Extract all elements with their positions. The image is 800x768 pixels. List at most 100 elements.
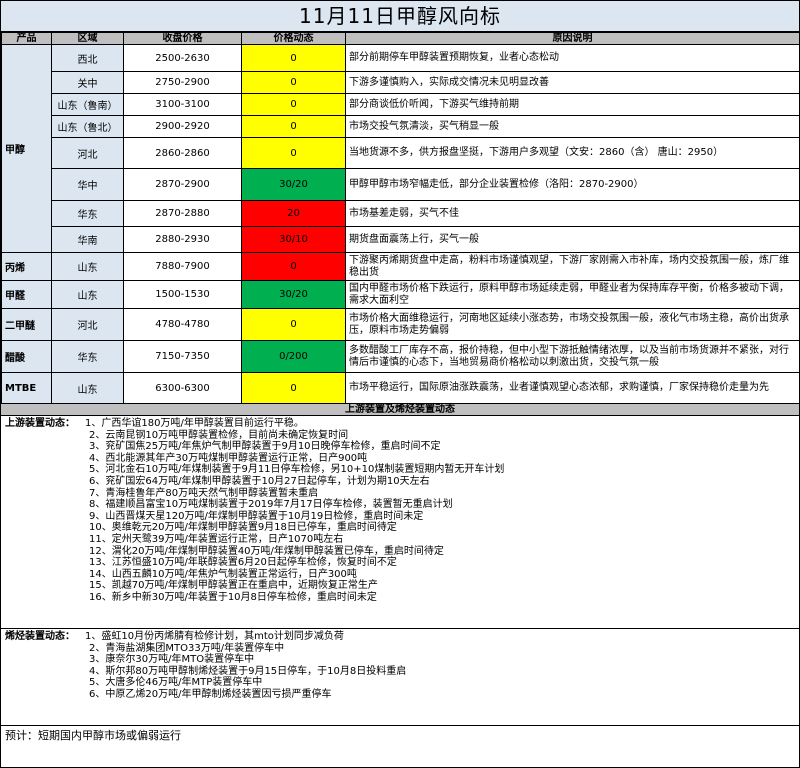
list-item: 4、西北能源其年产30万吨煤制甲醇装置运行正常，日产900吨 bbox=[5, 453, 795, 465]
list-item-text: 3、康奈尔30万吨/年MTO装置停车中 bbox=[89, 654, 255, 666]
table-row: 醋酸 华东 7150-7350 0/200 多数醋酸工厂库存不高，报价持稳，但中小型下游… bbox=[1, 340, 800, 373]
list-item-text: 4、斯尔邦80万吨甲醇制烯烃装置于9月15日停车，于10月8日投料重启 bbox=[89, 665, 407, 677]
region-cell: 华中 bbox=[51, 168, 124, 201]
reason-cell: 下游聚丙烯期货盘中走高，粉料市场谨慎观望，下游厂家刚需入市补库，场内交投氛围一般… bbox=[345, 252, 800, 281]
list-item: 2、云南昆钢10万吨甲醇装置检修，目前尚未确定恢复时间 bbox=[5, 430, 795, 442]
list-item: 上游装置动态： 1、广西华谊180万吨/年甲醇装置目前运行平稳。 bbox=[5, 418, 795, 430]
price-change-cell: 0 bbox=[241, 252, 346, 281]
list-item: 5、大唐多伦46万吨/年MTP装置停车中 bbox=[5, 677, 795, 689]
reason-cell: 市场交投气氛清淡，买气稍显一般 bbox=[345, 115, 800, 138]
region-cell: 华东 bbox=[51, 340, 124, 373]
region-cell: 山东（鲁南） bbox=[51, 93, 124, 116]
reason-cell: 多数醋酸工厂库存不高，报价持稳，但中小型下游抵触情绪浓厚，以及当前市场货源并不紧… bbox=[345, 340, 800, 373]
product-cell: 甲醇 bbox=[1, 44, 52, 253]
product-cell: 醋酸 bbox=[1, 340, 52, 373]
reason-cell: 部分商谈低价听闻，下游买气维持前期 bbox=[345, 93, 800, 116]
header-price: 收盘价格 bbox=[123, 32, 242, 45]
table-row: MTBE 山东 6300-6300 0 市场平稳运行，国际原油涨跌震荡，业者谨慎观望心态… bbox=[1, 372, 800, 404]
list-item: 3、兖矿国焦25万吨/年焦炉气制甲醇装置于9月10日晚停车检修，重启时间不定 bbox=[5, 441, 795, 453]
page-title: 11月11日甲醇风向标 bbox=[1, 1, 799, 32]
table-row: 二甲醚 河北 4780-4780 0 市场价格大面维稳运行，河南地区延续小涨态势，市场交… bbox=[1, 308, 800, 341]
list-item: 13、江苏恒盛10万吨/年联醇装置6月20日起停车检修，恢复时间不定 bbox=[5, 557, 795, 569]
price-change-cell: 0/200 bbox=[241, 340, 346, 373]
section-title: 上游装置及烯烃装置动态 bbox=[1, 404, 799, 416]
list-item: 5、河北金石10万吨/年煤制装置于9月11日停车检修，另10+10煤制装置短期内… bbox=[5, 464, 795, 476]
list-item-text: 14、山西五麟10万吨/年焦炉气制装置正常运行，日产300吨 bbox=[89, 568, 357, 580]
price-change-cell: 30/10 bbox=[241, 226, 346, 253]
forecast: 预计：短期国内甲醇市场或偏弱运行 bbox=[5, 729, 181, 742]
reason-cell: 国内甲醛市场价格下跌运行，原料甲醇市场延续走弱，甲醛业者为保持库存平衡，价格多被… bbox=[345, 280, 800, 309]
list-item: 14、山西五麟10万吨/年焦炉气制装置正常运行，日产300吨 bbox=[5, 569, 795, 581]
list-item-text: 6、中原乙烯20万吨/年甲醇制烯烃装置因亏损严重停车 bbox=[89, 688, 332, 700]
list-item: 2、青海盐湖集团MTO33万吨/年装置停车中 bbox=[5, 643, 795, 655]
region-cell: 华东 bbox=[51, 200, 124, 227]
product-cell: 丙烯 bbox=[1, 252, 52, 281]
list-item: 3、康奈尔30万吨/年MTO装置停车中 bbox=[5, 654, 795, 666]
price-cell: 2900-2920 bbox=[123, 115, 242, 138]
reason-cell: 部分前期停车甲醇装置预期恢复，业者心态松动 bbox=[345, 44, 800, 72]
price-cell: 1500-1530 bbox=[123, 280, 242, 309]
reason-cell: 甲醇甲醇市场窄幅走低，部分企业装置检修（洛阳：2870-2900） bbox=[345, 168, 800, 201]
list-item: 4、斯尔邦80万吨甲醇制烯烃装置于9月15日停车，于10月8日投料重启 bbox=[5, 666, 795, 678]
price-cell: 2870-2900 bbox=[123, 168, 242, 201]
list-item-text: 1、盛虹10月份丙烯腈有检修计划，其mto计划同步减负荷 bbox=[85, 631, 344, 642]
region-cell: 华南 bbox=[51, 226, 124, 253]
list-item-text: 3、兖矿国焦25万吨/年焦炉气制甲醇装置于9月10日晚停车检修，重启时间不定 bbox=[89, 441, 441, 453]
list-item-text: 5、大唐多伦46万吨/年MTP装置停车中 bbox=[89, 677, 263, 689]
list-item-text: 7、青海桂鲁年产80万吨天然气制甲醇装置暂未重启 bbox=[89, 487, 319, 499]
list-item: 6、中原乙烯20万吨/年甲醇制烯烃装置因亏损严重停车 bbox=[5, 689, 795, 701]
table-row: 丙烯 山东 7880-7900 0 下游聚丙烯期货盘中走高，粉料市场谨慎观望，下游厂家刚… bbox=[1, 252, 800, 281]
region-cell: 山东 bbox=[51, 372, 124, 404]
region-cell: 山东（鲁北） bbox=[51, 115, 124, 138]
region-cell: 山东 bbox=[51, 280, 124, 309]
list-item: 烯烃装置动态： 1、盛虹10月份丙烯腈有检修计划，其mto计划同步减负荷 bbox=[5, 631, 795, 643]
table-header-row: 产品 区域 收盘价格 价格动态 原因说明 bbox=[1, 32, 800, 45]
upstream-section: 上游装置动态： 1、广西华谊180万吨/年甲醇装置目前运行平稳。 2、云南昆钢10万… bbox=[1, 416, 799, 629]
price-change-cell: 0 bbox=[241, 308, 346, 341]
price-change-cell: 30/20 bbox=[241, 168, 346, 201]
list-item: 6、兖矿国宏64万吨/年煤制甲醇装置于10月27日起停车，计划为期10天左右 bbox=[5, 476, 795, 488]
reason-cell: 期货盘面震荡上行，买气一般 bbox=[345, 226, 800, 253]
table-row: 山东（鲁北） 2900-2920 0 市场交投气氛清淡，买气稍显一般 bbox=[2, 115, 800, 138]
list-item-text: 15、凯越70万吨/年煤制甲醇装置正在重启中，近期恢复正常生产 bbox=[89, 580, 378, 592]
price-change-cell: 0 bbox=[241, 115, 346, 138]
list-item-text: 6、兖矿国宏64万吨/年煤制甲醇装置于10月27日起停车，计划为期10天左右 bbox=[89, 475, 430, 487]
list-item: 15、凯越70万吨/年煤制甲醇装置正在重启中，近期恢复正常生产 bbox=[5, 580, 795, 592]
list-item: 9、山西晋煤天星120万吨/年煤制甲醇装置于10月19日检修，重启时间未定 bbox=[5, 511, 795, 523]
price-cell: 2750-2900 bbox=[123, 71, 242, 94]
table-row: 山东（鲁南） 3100-3100 0 部分商谈低价听闻，下游买气维持前期 bbox=[2, 93, 800, 116]
region-cell: 山东 bbox=[51, 252, 124, 281]
price-cell: 2500-2630 bbox=[123, 44, 242, 72]
price-cell: 2860-2860 bbox=[123, 137, 242, 169]
header-product: 产品 bbox=[1, 32, 52, 45]
table-row: 甲醇 西北 2500-2630 0 部分前期停车甲醇装置预期恢复，业者心态松动 bbox=[1, 44, 800, 253]
header-change: 价格动态 bbox=[241, 32, 346, 45]
table-row: 甲醛 山东 1500-1530 30/20 国内甲醛市场价格下跌运行，原料甲醇市场延续走… bbox=[1, 280, 800, 309]
region-cell: 河北 bbox=[51, 308, 124, 341]
list-item: 10、奥维乾元20万吨/年煤制甲醇装置9月18日已停车，重启时间待定 bbox=[5, 522, 795, 534]
price-cell: 3100-3100 bbox=[123, 93, 242, 116]
list-item-text: 4、西北能源其年产30万吨煤制甲醇装置运行正常，日产900吨 bbox=[89, 452, 368, 464]
reason-cell: 下游多谨慎购入，实际成交情况未见明显改善 bbox=[345, 71, 800, 94]
olefin-section: 烯烃装置动态： 1、盛虹10月份丙烯腈有检修计划，其mto计划同步减负荷 2、青海盐… bbox=[1, 629, 799, 726]
reason-cell: 市场价格大面维稳运行，河南地区延续小涨态势，市场交投氛围一般，液化气市场主稳，高… bbox=[345, 308, 800, 341]
region-cell: 西北 bbox=[51, 44, 124, 72]
list-item-text: 11、定州天鹭39万吨/年装置运行正常，日产1070吨左右 bbox=[89, 533, 344, 545]
section-lead-label: 烯烃装置动态： bbox=[5, 631, 75, 642]
list-item: 16、新乡中新30万吨/年装置于10月8日停车检修，重启时间未定 bbox=[5, 592, 795, 604]
list-item-text: 10、奥维乾元20万吨/年煤制甲醇装置9月18日已停车，重启时间待定 bbox=[89, 522, 397, 534]
list-item-text: 2、青海盐湖集团MTO33万吨/年装置停车中 bbox=[89, 642, 285, 654]
table-row: 关中 2750-2900 0 下游多谨慎购入，实际成交情况未见明显改善 bbox=[2, 71, 800, 94]
price-change-cell: 20 bbox=[241, 200, 346, 227]
list-item-text: 8、福建顺昌富宝10万吨煤制装置于2019年7月17日停车检修，装置暂无重启计划 bbox=[89, 499, 453, 511]
reason-cell: 市场基差走弱，买气不佳 bbox=[345, 200, 800, 227]
list-item-text: 5、河北金石10万吨/年煤制装置于9月11日停车检修，另10+10煤制装置短期内… bbox=[89, 464, 505, 476]
price-cell: 2880-2930 bbox=[123, 226, 242, 253]
price-change-cell: 0 bbox=[241, 137, 346, 169]
table-row: 华东 2870-2880 20 市场基差走弱，买气不佳 bbox=[2, 200, 800, 227]
price-cell: 7880-7900 bbox=[123, 252, 242, 281]
list-item-text: 9、山西晋煤天星120万吨/年煤制甲醇装置于10月19日检修，重启时间未定 bbox=[89, 510, 424, 522]
region-cell: 河北 bbox=[51, 137, 124, 169]
table-row: 华中 2870-2900 30/20 甲醇甲醇市场窄幅走低，部分企业装置检修（洛阳：2… bbox=[2, 168, 800, 201]
list-item-text: 16、新乡中新30万吨/年装置于10月8日停车检修，重启时间未定 bbox=[89, 591, 377, 603]
